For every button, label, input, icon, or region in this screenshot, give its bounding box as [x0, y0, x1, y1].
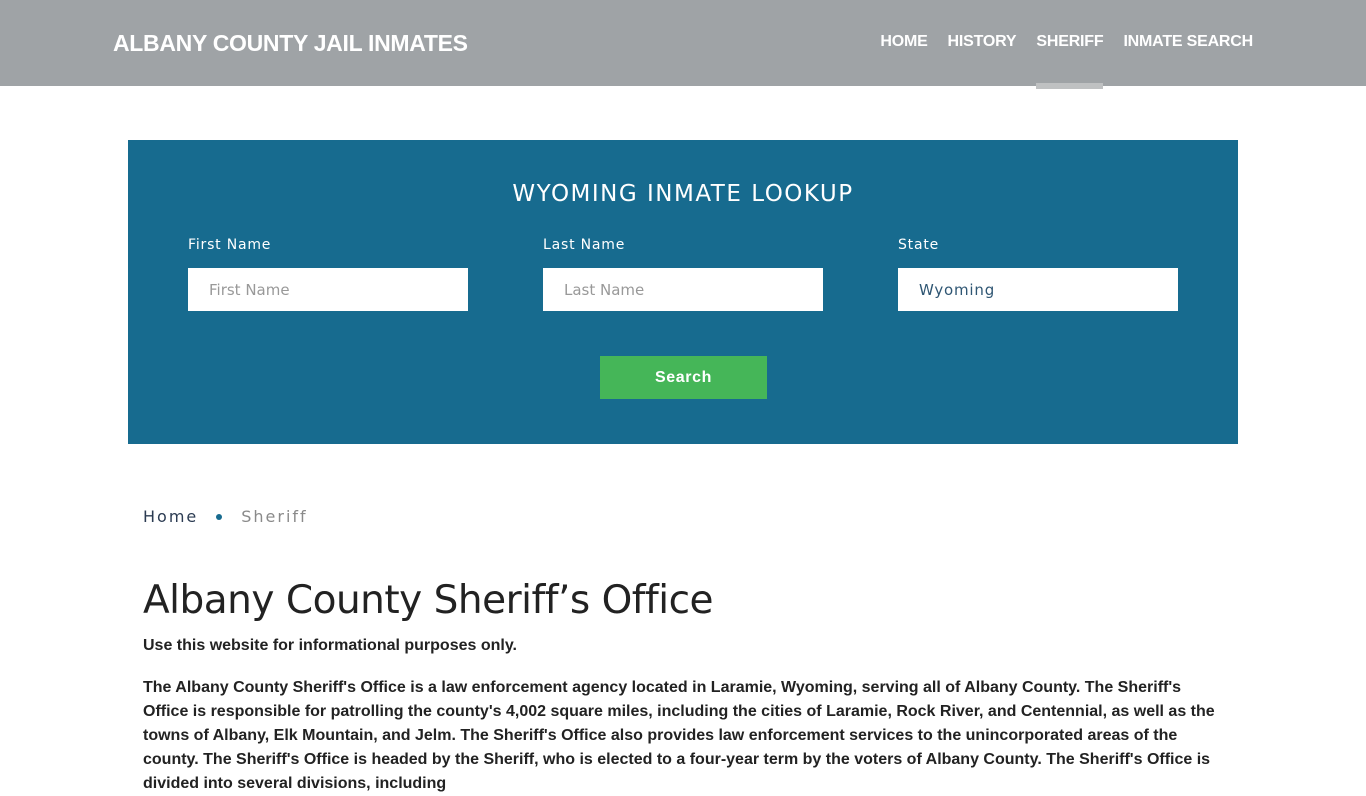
first-name-label: First Name — [188, 237, 272, 253]
nav-sheriff[interactable]: SHERIFF — [1036, 33, 1104, 89]
state-label: State — [898, 237, 940, 253]
main-nav: HOME HISTORY SHERIFF INMATE SEARCH — [880, 33, 1253, 89]
last-name-input[interactable] — [543, 268, 823, 311]
first-name-group: First Name — [188, 237, 468, 311]
description-paragraph: The Albany County Sheriff's Office is a … — [143, 679, 1215, 792]
inmate-lookup-panel: WYOMING INMATE LOOKUP First Name Last Na… — [128, 140, 1238, 444]
breadcrumb-current: Sheriff — [241, 507, 308, 526]
disclaimer-text: Use this website for informational purpo… — [143, 637, 517, 654]
nav-inmate-search[interactable]: INMATE SEARCH — [1123, 33, 1253, 51]
breadcrumb-home[interactable]: Home — [143, 507, 198, 526]
lookup-title: WYOMING INMATE LOOKUP — [512, 181, 854, 207]
state-group: State — [898, 237, 1178, 311]
page-title: Albany County Sheriff’s Office — [143, 578, 714, 623]
site-brand-link[interactable]: ALBANY COUNTY JAIL INMATES — [113, 30, 468, 57]
last-name-label: Last Name — [543, 237, 626, 253]
breadcrumb: Home Sheriff — [143, 507, 308, 526]
breadcrumb-separator-icon — [216, 513, 223, 520]
nav-history[interactable]: HISTORY — [948, 33, 1017, 51]
nav-home[interactable]: HOME — [880, 33, 927, 51]
top-navbar: ALBANY COUNTY JAIL INMATES HOME HISTORY … — [0, 0, 1366, 89]
first-name-input[interactable] — [188, 268, 468, 311]
last-name-group: Last Name — [543, 237, 823, 311]
search-button[interactable]: Search — [600, 356, 767, 399]
state-input[interactable] — [898, 268, 1178, 311]
